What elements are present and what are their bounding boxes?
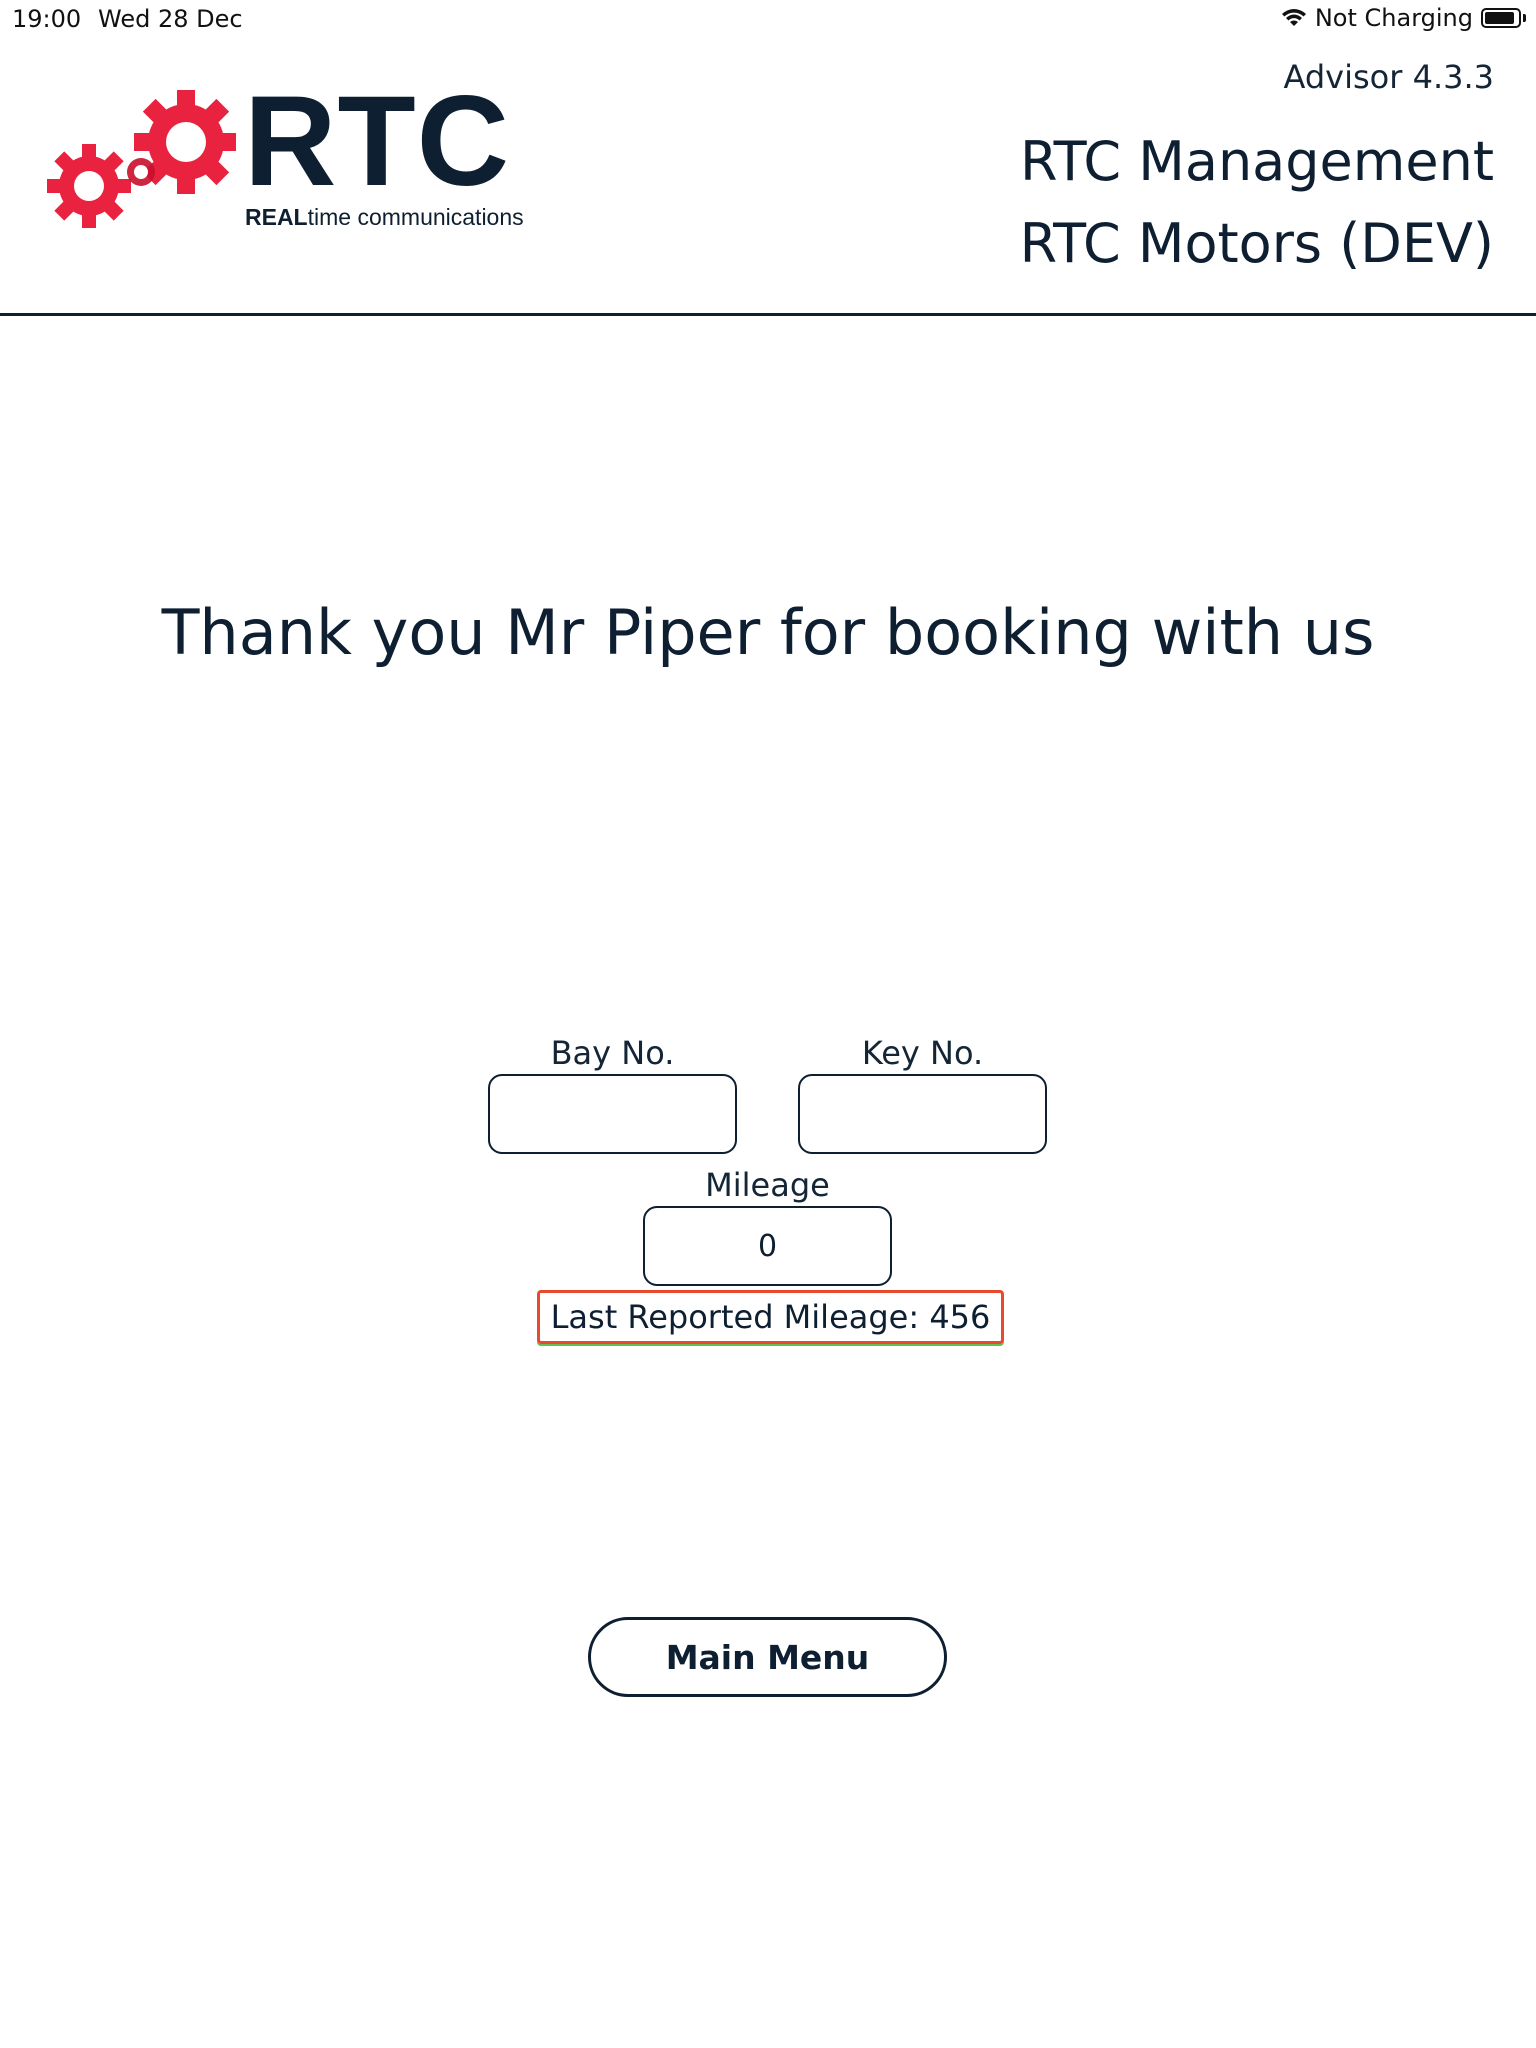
status-bar: 19:00 Wed 28 Dec Not Charging: [0, 0, 1536, 40]
last-reported-mileage: Last Reported Mileage: 456: [537, 1290, 1004, 1344]
charging-status: Not Charging: [1314, 4, 1473, 32]
bay-no-input[interactable]: [488, 1074, 737, 1154]
wifi-icon: [1281, 9, 1306, 26]
battery-icon: [1481, 8, 1521, 28]
app-version: Advisor 4.3.3: [1283, 58, 1494, 96]
mileage-input[interactable]: [643, 1206, 892, 1286]
gears-logo-icon: [47, 90, 236, 228]
key-no-input[interactable]: [798, 1074, 1047, 1154]
logo-tagline-bold: REAL: [245, 204, 308, 230]
thank-you-message: Thank you Mr Piper for booking with us: [161, 596, 1375, 669]
company-name: RTC Management: [1019, 130, 1494, 193]
logo-name: RTC: [244, 70, 511, 213]
logo-tagline-rest: time communications: [307, 204, 524, 230]
mileage-label: Mileage: [705, 1166, 830, 1204]
site-name: RTC Motors (DEV): [1019, 212, 1494, 275]
key-no-label: Key No.: [861, 1034, 984, 1072]
battery-tip: [1523, 14, 1526, 22]
main-menu-button[interactable]: Main Menu: [588, 1617, 947, 1697]
rtc-logo: RTC REALtime communications: [46, 78, 546, 234]
logo-tagline: REALtime communications: [245, 204, 524, 231]
status-date: Wed 28 Dec: [98, 5, 243, 33]
battery-level: [1485, 12, 1514, 24]
header-divider: [0, 313, 1536, 316]
bay-no-label: Bay No.: [550, 1034, 675, 1072]
status-indicators: Not Charging: [1281, 4, 1526, 32]
status-time: 19:00: [12, 5, 82, 33]
